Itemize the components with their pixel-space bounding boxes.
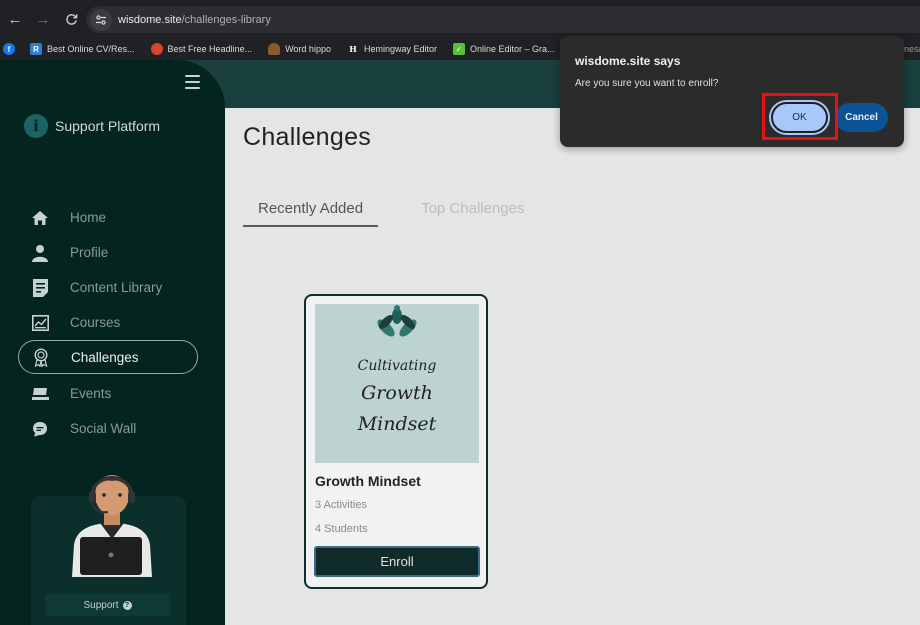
profile-icon (30, 243, 50, 263)
support-button[interactable]: Support ? (45, 594, 170, 616)
challenge-card[interactable]: Cultivating Growth Mindset Growth Mindse… (304, 294, 488, 589)
enroll-button[interactable]: Enroll (314, 546, 480, 577)
activities-count: 3 Activities (315, 499, 367, 511)
image-text-line: Growth (361, 382, 433, 404)
back-icon[interactable]: ← (2, 6, 28, 32)
bookmark-overflow-text: nesa (904, 44, 920, 54)
sidebar-item-social-wall[interactable]: Social Wall (18, 411, 208, 446)
cancel-button[interactable]: Cancel (835, 103, 888, 132)
bookmark-hemingway[interactable]: H Hemingway Editor (346, 43, 437, 55)
h-icon: H (346, 43, 359, 55)
challenge-tabs: Recently Added Top Challenges (243, 198, 567, 227)
bookmark-cv[interactable]: R Best Online CV/Res... (30, 43, 135, 55)
bookmark-label: Hemingway Editor (363, 44, 437, 54)
sidebar-item-courses[interactable]: Courses (18, 305, 208, 340)
sidebar: i Support Platform Home Profile Content … (0, 60, 225, 625)
image-text-line: Cultivating (358, 358, 437, 374)
dialog-message: Are you sure you want to enroll? (575, 78, 719, 89)
content-library-icon (30, 278, 50, 298)
bookmark-label: Best Online CV/Res... (47, 44, 135, 54)
sidebar-item-challenges[interactable]: Challenges (18, 340, 198, 374)
sidebar-item-events[interactable]: Events (18, 376, 208, 411)
browser-toolbar: ← → wisdome.site/challenges-library (0, 0, 920, 38)
hippo-icon (268, 43, 281, 55)
confirm-dialog: wisdome.site says Are you sure you want … (560, 36, 904, 147)
url-host: wisdome.site (118, 13, 182, 26)
brand-name: Support Platform (55, 118, 161, 134)
ball-icon (150, 43, 163, 55)
r-icon: R (30, 43, 42, 55)
bookmark-wordhippo[interactable]: Word hippo (268, 43, 331, 55)
students-count: 4 Students (315, 523, 368, 535)
image-text-line: Mindset (357, 413, 437, 435)
sidebar-item-label: Content Library (70, 280, 163, 295)
url-path: /challenges-library (181, 13, 271, 26)
sidebar-item-label: Courses (70, 315, 121, 330)
menu-icon[interactable] (185, 75, 200, 89)
site-settings-icon[interactable] (90, 8, 112, 31)
check-icon: ✓ (453, 43, 465, 55)
facebook-icon: f (3, 43, 15, 55)
ok-highlight-box (762, 93, 838, 140)
support-label: Support (83, 599, 119, 611)
sidebar-item-label: Profile (70, 245, 109, 260)
bookmark-label: Word hippo (285, 44, 331, 54)
sidebar-item-profile[interactable]: Profile (18, 235, 208, 270)
help-icon: ? (122, 600, 132, 610)
forward-icon[interactable]: → (30, 6, 56, 32)
reload-icon[interactable] (58, 6, 84, 32)
brand[interactable]: i Support Platform (24, 114, 160, 138)
bookmark-facebook[interactable]: f (3, 43, 20, 55)
sidebar-item-label: Events (70, 386, 112, 401)
sidebar-item-content-library[interactable]: Content Library (18, 270, 208, 305)
sidebar-item-home[interactable]: Home (18, 200, 208, 235)
page-title: Challenges (243, 123, 372, 151)
tab-top-challenges[interactable]: Top Challenges (406, 198, 539, 227)
challenges-icon (31, 347, 51, 367)
events-icon (30, 384, 50, 404)
home-icon (30, 208, 50, 228)
sidebar-item-label: Home (70, 210, 107, 225)
tab-recently-added[interactable]: Recently Added (243, 198, 379, 227)
challenge-image: Cultivating Growth Mindset (315, 304, 479, 463)
bookmark-label: Online Editor – Gra... (470, 44, 555, 54)
dialog-title: wisdome.site says (575, 54, 681, 68)
bookmark-grammar[interactable]: ✓ Online Editor – Gra... (453, 43, 555, 55)
address-bar[interactable]: wisdome.site/challenges-library (86, 6, 920, 33)
challenge-title: Growth Mindset (315, 473, 421, 489)
leaf-logo-icon (377, 305, 417, 337)
bookmark-label: Best Free Headline... (167, 44, 253, 54)
bookmark-headline[interactable]: Best Free Headline... (150, 43, 253, 55)
info-logo-icon: i (24, 114, 48, 138)
support-agent-illustration (62, 457, 162, 577)
social-wall-icon (30, 419, 50, 439)
sidebar-item-label: Social Wall (70, 421, 137, 436)
sidebar-nav: Home Profile Content Library Courses Cha… (18, 200, 208, 446)
sidebar-item-label: Challenges (71, 349, 139, 365)
url-text[interactable]: wisdome.site/challenges-library (118, 14, 271, 26)
courses-icon (30, 313, 50, 333)
